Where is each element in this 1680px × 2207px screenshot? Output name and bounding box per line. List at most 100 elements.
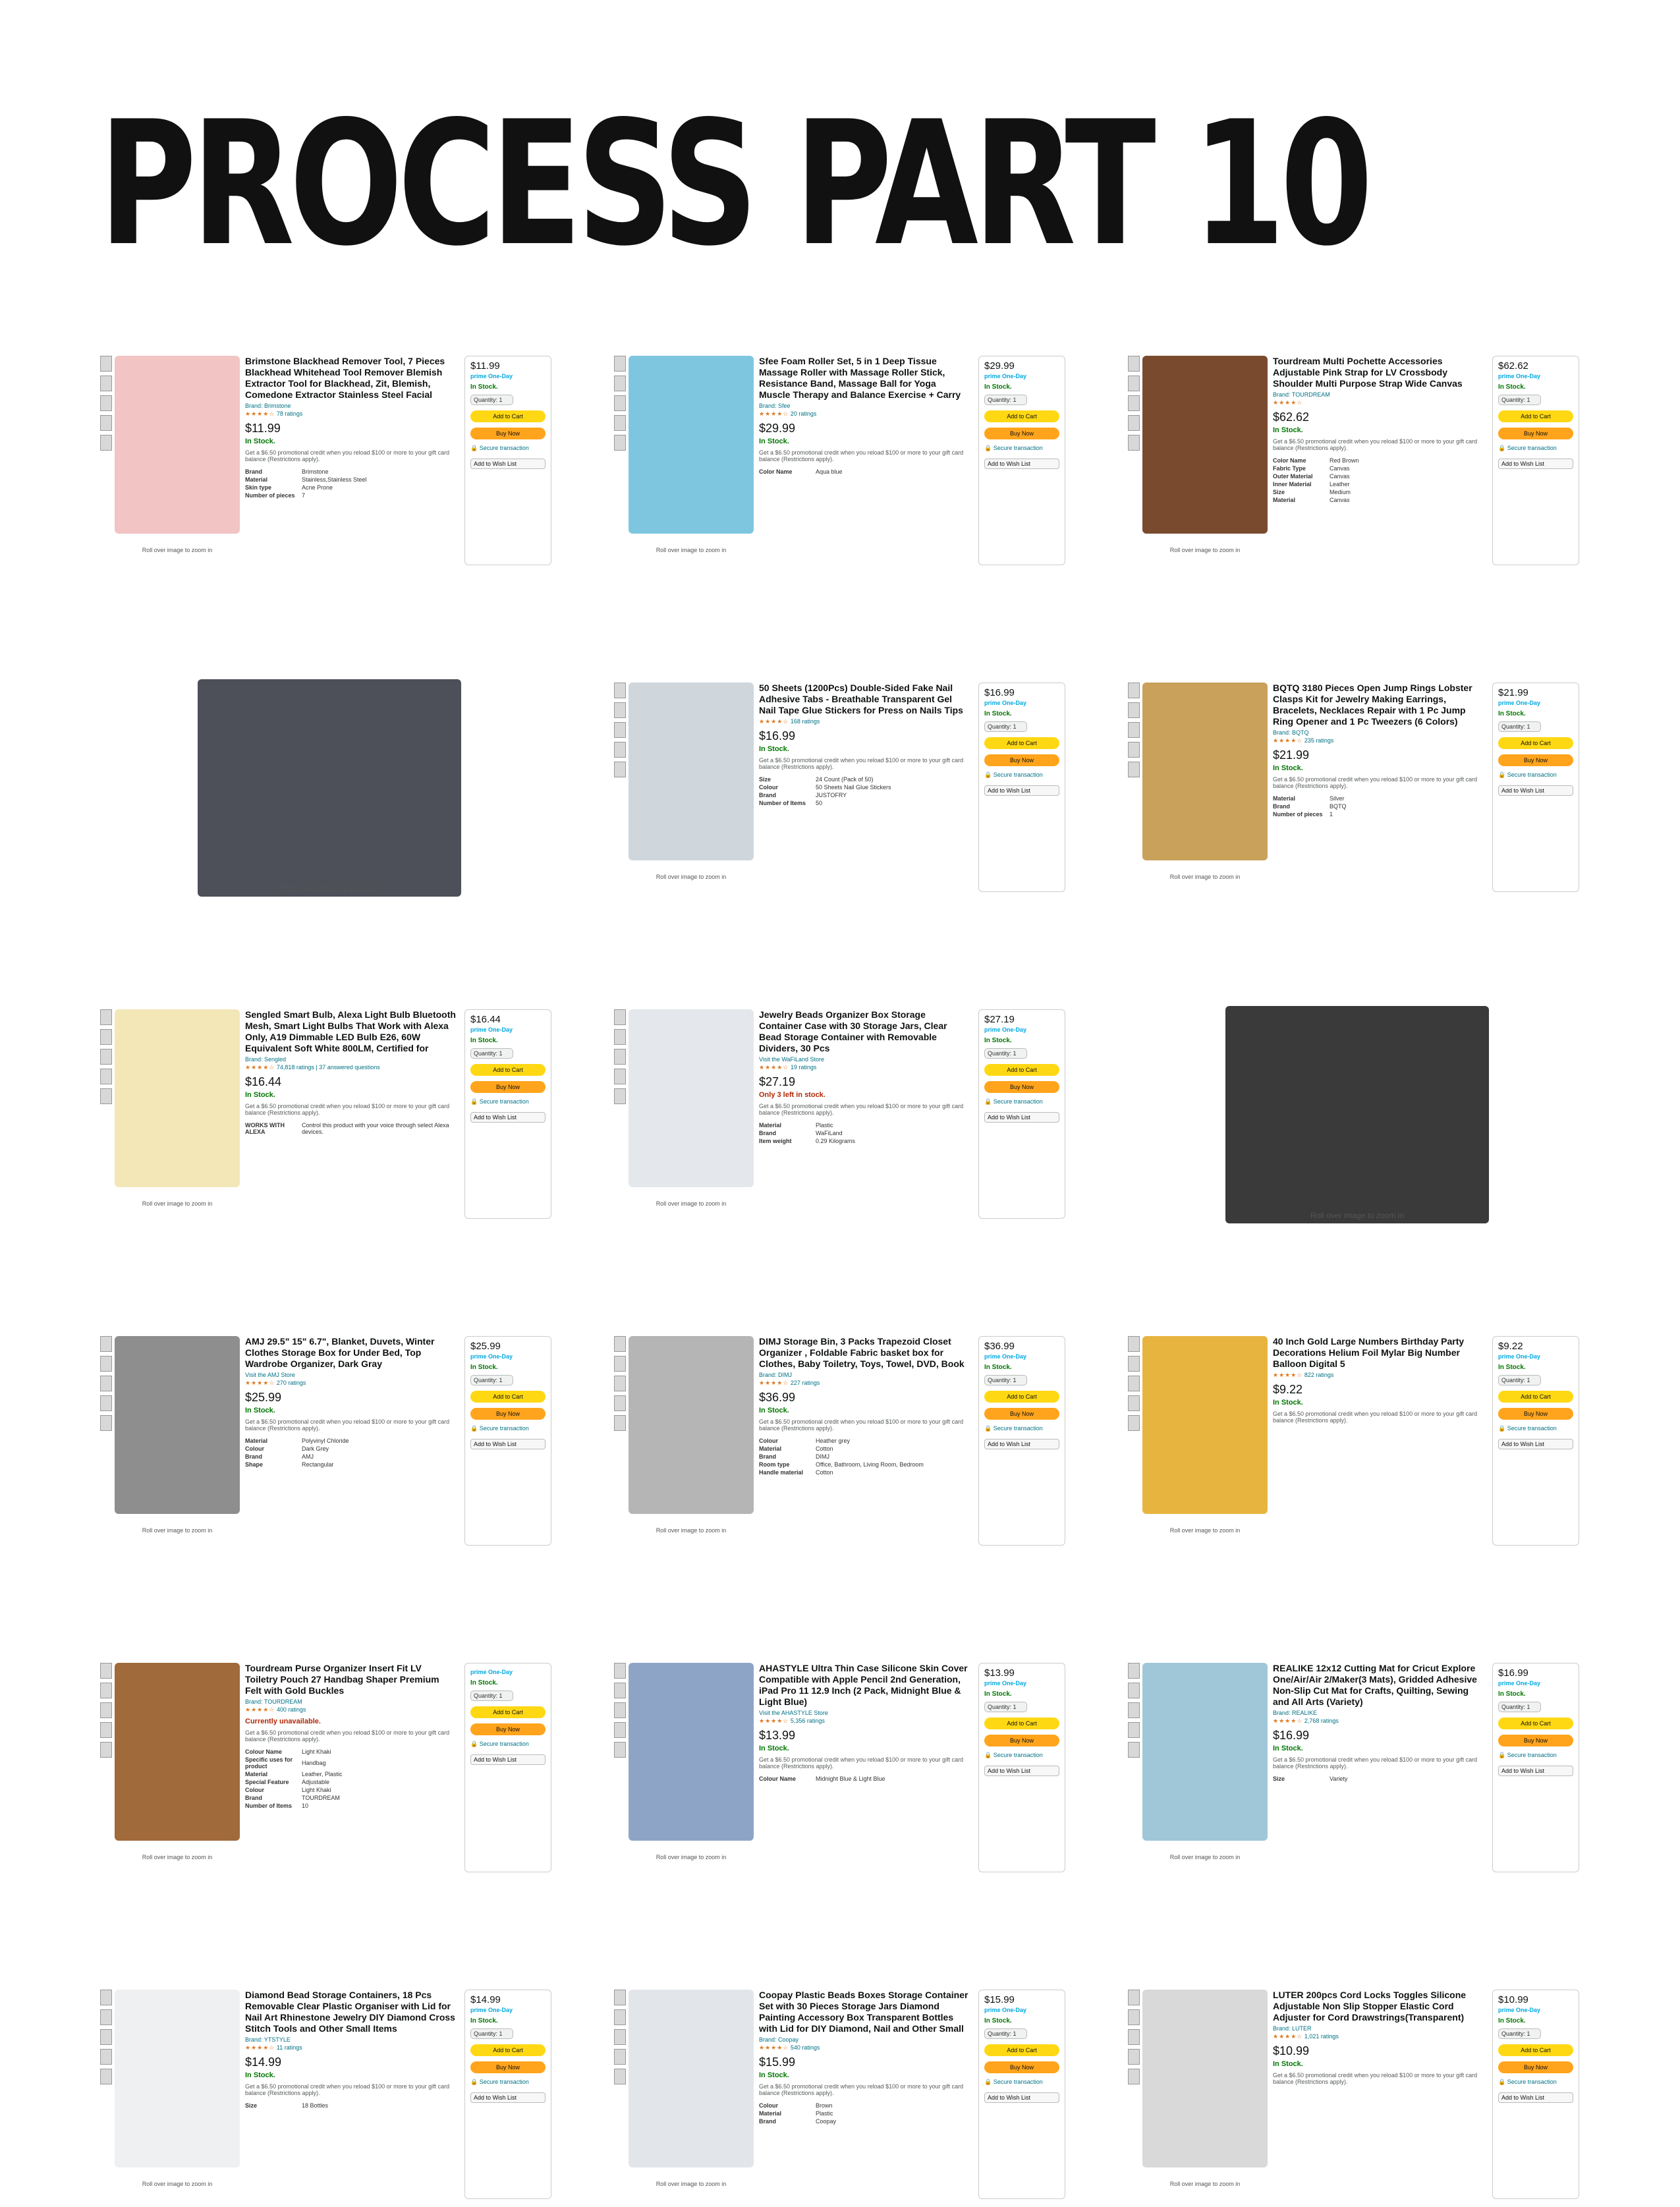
product-brand-link[interactable]: Brand: YTSTYLE — [245, 2036, 456, 2043]
thumbnail[interactable] — [614, 1683, 626, 1698]
thumbnail[interactable] — [100, 1742, 112, 1758]
product-brand-link[interactable]: Visit the AMJ Store — [245, 1372, 456, 1378]
secure-transaction-link[interactable]: 🔒 Secure transaction — [1498, 445, 1573, 452]
thumbnail[interactable] — [100, 1663, 112, 1679]
buy-now-button[interactable]: Buy Now — [984, 1408, 1059, 1420]
thumbnail[interactable] — [100, 395, 112, 411]
thumbnail[interactable] — [100, 2009, 112, 2025]
thumbnail[interactable] — [100, 1722, 112, 1738]
product-rating[interactable]: ★★★★☆ 400 ratings — [245, 1706, 456, 1714]
secure-transaction-link[interactable]: 🔒 Secure transaction — [984, 771, 1059, 779]
product-title[interactable]: Tourdream Multi Pochette Accessories Adj… — [1273, 356, 1484, 389]
product-title[interactable]: REALIKE 12x12 Cutting Mat for Cricut Exp… — [1273, 1663, 1484, 1708]
quantity-select[interactable]: Quantity: 1 — [1498, 1702, 1541, 1712]
add-to-cart-button[interactable]: Add to Cart — [1498, 1391, 1573, 1403]
quantity-select[interactable]: Quantity: 1 — [984, 1702, 1027, 1712]
buy-now-button[interactable]: Buy Now — [470, 1081, 546, 1093]
product-image[interactable] — [1142, 1336, 1268, 1514]
thumbnail[interactable] — [1128, 762, 1140, 777]
thumbnail[interactable] — [614, 2069, 626, 2084]
thumbnail[interactable] — [1128, 683, 1140, 698]
add-to-cart-button[interactable]: Add to Cart — [984, 1718, 1059, 1729]
thumbnail[interactable] — [614, 1702, 626, 1718]
product-rating[interactable]: ★★★★☆ 235 ratings — [1273, 737, 1484, 744]
product-image[interactable] — [629, 1009, 754, 1187]
quantity-select[interactable]: Quantity: 1 — [470, 2028, 513, 2039]
add-to-cart-button[interactable]: Add to Cart — [470, 1706, 546, 1718]
add-to-cart-button[interactable]: Add to Cart — [1498, 737, 1573, 749]
product-image[interactable] — [115, 1990, 240, 2167]
buy-now-button[interactable]: Buy Now — [470, 1408, 546, 1420]
product-brand-link[interactable]: Brand: TOURDREAM — [245, 1698, 456, 1705]
secure-transaction-link[interactable]: 🔒 Secure transaction — [984, 1425, 1059, 1432]
thumbnail[interactable] — [614, 1069, 626, 1084]
quantity-select[interactable]: Quantity: 1 — [470, 1375, 513, 1385]
thumbnail[interactable] — [100, 435, 112, 451]
add-to-cart-button[interactable]: Add to Cart — [984, 737, 1059, 749]
product-image[interactable] — [629, 1990, 754, 2167]
buy-now-button[interactable]: Buy Now — [1498, 2061, 1573, 2073]
product-rating[interactable]: ★★★★☆ 5,356 ratings — [759, 1718, 970, 1725]
product-image[interactable] — [629, 1336, 754, 1514]
thumbnail[interactable] — [1128, 1990, 1140, 2005]
add-to-wish-list-button[interactable]: Add to Wish List — [1498, 2092, 1573, 2103]
thumbnail[interactable] — [614, 1742, 626, 1758]
thumbnail[interactable] — [100, 1376, 112, 1391]
product-rating[interactable]: ★★★★☆ 270 ratings — [245, 1380, 456, 1387]
thumbnail[interactable] — [614, 1009, 626, 1025]
thumbnail[interactable] — [614, 762, 626, 777]
add-to-cart-button[interactable]: Add to Cart — [470, 410, 546, 422]
add-to-cart-button[interactable]: Add to Cart — [984, 2044, 1059, 2056]
buy-now-button[interactable]: Buy Now — [984, 1081, 1059, 1093]
product-title[interactable]: Sfee Foam Roller Set, 5 in 1 Deep Tissue… — [759, 356, 970, 401]
thumbnail[interactable] — [614, 395, 626, 411]
product-title[interactable]: Brimstone Blackhead Remover Tool, 7 Piec… — [245, 356, 456, 401]
add-to-wish-list-button[interactable]: Add to Wish List — [1498, 459, 1573, 469]
thumbnail[interactable] — [614, 356, 626, 372]
product-rating[interactable]: ★★★★☆ 74,818 ratings | 37 answered quest… — [245, 1064, 456, 1071]
product-rating[interactable]: ★★★★☆ 540 ratings — [759, 2044, 970, 2052]
add-to-wish-list-button[interactable]: Add to Wish List — [1498, 1766, 1573, 1776]
add-to-wish-list-button[interactable]: Add to Wish List — [984, 1439, 1059, 1449]
buy-now-button[interactable]: Buy Now — [1498, 1408, 1573, 1420]
product-title[interactable]: Sengled Smart Bulb, Alexa Light Bulb Blu… — [245, 1009, 456, 1054]
thumbnail[interactable] — [1128, 1336, 1140, 1352]
thumbnail[interactable] — [1128, 1376, 1140, 1391]
thumbnail[interactable] — [614, 742, 626, 758]
thumbnail[interactable] — [614, 2029, 626, 2045]
product-image[interactable] — [1142, 683, 1268, 860]
buy-now-button[interactable]: Buy Now — [984, 428, 1059, 439]
product-brand-link[interactable]: Brand: BQTQ — [1273, 729, 1484, 736]
thumbnail[interactable] — [100, 2029, 112, 2045]
thumbnail[interactable] — [1128, 742, 1140, 758]
product-image[interactable] — [115, 1663, 240, 1841]
buy-now-button[interactable]: Buy Now — [984, 1735, 1059, 1746]
add-to-wish-list-button[interactable]: Add to Wish List — [470, 2092, 546, 2103]
thumbnail[interactable] — [1128, 1722, 1140, 1738]
thumbnail[interactable] — [1128, 395, 1140, 411]
thumbnail[interactable] — [100, 1069, 112, 1084]
thumbnail[interactable] — [614, 1990, 626, 2005]
thumbnail[interactable] — [614, 1395, 626, 1411]
add-to-wish-list-button[interactable]: Add to Wish List — [1498, 785, 1573, 796]
product-rating[interactable]: ★★★★☆ 1,021 ratings — [1273, 2033, 1484, 2040]
thumbnail[interactable] — [100, 376, 112, 391]
add-to-wish-list-button[interactable]: Add to Wish List — [984, 785, 1059, 796]
thumbnail[interactable] — [1128, 1683, 1140, 1698]
thumbnail[interactable] — [1128, 1395, 1140, 1411]
product-image[interactable] — [1142, 1990, 1268, 2167]
buy-now-button[interactable]: Buy Now — [984, 2061, 1059, 2073]
thumbnail[interactable] — [614, 1722, 626, 1738]
product-title[interactable]: Jewelry Beads Organizer Box Storage Cont… — [759, 1009, 970, 1054]
product-image[interactable] — [1142, 1663, 1268, 1841]
product-brand-link[interactable]: Brand: Brimstone — [245, 403, 456, 409]
thumbnail[interactable] — [1128, 2029, 1140, 2045]
thumbnail[interactable] — [1128, 2049, 1140, 2065]
thumbnail[interactable] — [100, 1415, 112, 1431]
buy-now-button[interactable]: Buy Now — [1498, 754, 1573, 766]
product-rating[interactable]: ★★★★☆ 2,768 ratings — [1273, 1718, 1484, 1725]
product-rating[interactable]: ★★★★☆ 168 ratings — [759, 718, 970, 725]
buy-now-button[interactable]: Buy Now — [470, 428, 546, 439]
add-to-cart-button[interactable]: Add to Cart — [470, 2044, 546, 2056]
add-to-cart-button[interactable]: Add to Cart — [984, 1391, 1059, 1403]
